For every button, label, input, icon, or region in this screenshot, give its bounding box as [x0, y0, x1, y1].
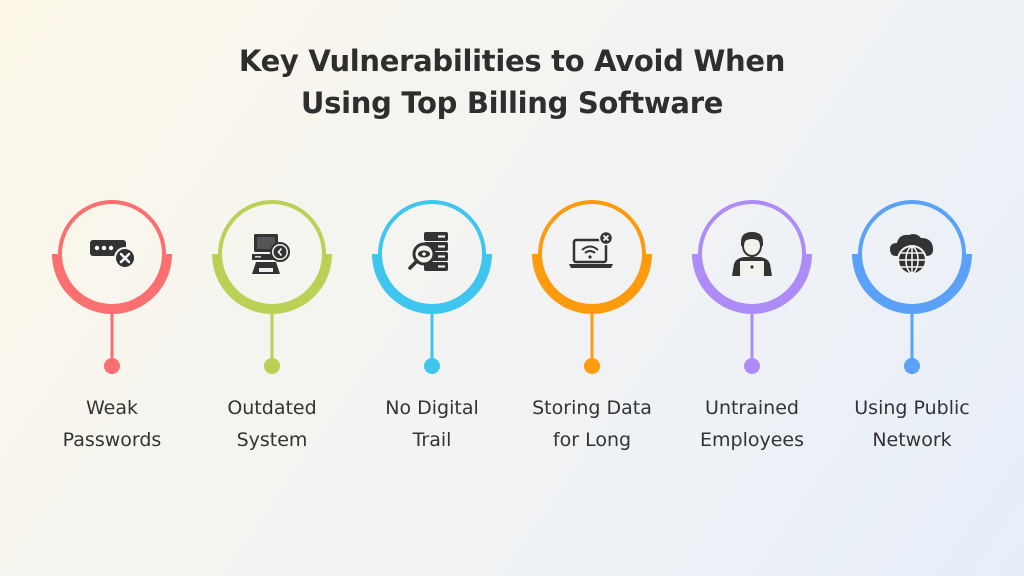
ring-marker [212, 200, 332, 374]
connector-dot [904, 358, 920, 374]
item-label: Untrained Employees [662, 392, 842, 456]
item-label: Outdated System [182, 392, 362, 456]
outdated-computer-icon [252, 234, 290, 274]
vulnerability-item-no-digital-trail: No Digital Trail [352, 192, 512, 462]
laptop-wifi-off-icon [569, 230, 614, 268]
vulnerability-item-outdated-system: Outdated System [192, 192, 352, 462]
title-line-1: Key Vulnerabilities to Avoid When [238, 44, 786, 78]
ring-marker [372, 200, 492, 374]
label-line-2: System [236, 429, 308, 451]
label-line-1: Storing Data [532, 397, 652, 419]
label-line-1: Using Public [854, 397, 970, 419]
ring-marker [692, 200, 812, 374]
label-line-2: Trail [412, 429, 452, 451]
vulnerability-item-storing-data: Storing Data for Long [512, 192, 672, 462]
connector-dot [104, 358, 120, 374]
label-line-2: Network [872, 429, 952, 451]
label-line-2: Employees [700, 429, 804, 451]
label-line-2: for Long [552, 429, 632, 451]
server-inspect-icon [408, 232, 448, 271]
vulnerability-item-untrained-employees: Untrained Employees [672, 192, 832, 462]
item-label: Storing Data for Long [502, 392, 682, 456]
title-line-2: Using Top Billing Software [300, 86, 724, 120]
employee-laptop-icon [732, 232, 772, 276]
connector-dot [424, 358, 440, 374]
connector-dot [744, 358, 760, 374]
password-error-icon [90, 240, 136, 269]
item-label: No Digital Trail [342, 392, 522, 456]
label-line-1: No Digital [385, 397, 479, 419]
item-label: Weak Passwords [22, 392, 202, 456]
cloud-globe-icon [890, 234, 934, 275]
connector-dot [584, 358, 600, 374]
ring-marker [532, 200, 652, 374]
item-label: Using Public Network [822, 392, 1002, 456]
label-line-2: Passwords [62, 429, 162, 451]
vulnerability-item-public-network: Using Public Network [832, 192, 992, 462]
label-line-1: Untrained [705, 397, 799, 419]
connector-dot [264, 358, 280, 374]
label-line-1: Outdated [227, 397, 317, 419]
ring-marker [852, 200, 972, 374]
vulnerability-item-weak-passwords: Weak Passwords [32, 192, 192, 462]
page-title: Key Vulnerabilities to Avoid When Using … [0, 40, 1024, 124]
label-line-1: Weak [85, 397, 138, 419]
ring-marker [52, 200, 172, 374]
